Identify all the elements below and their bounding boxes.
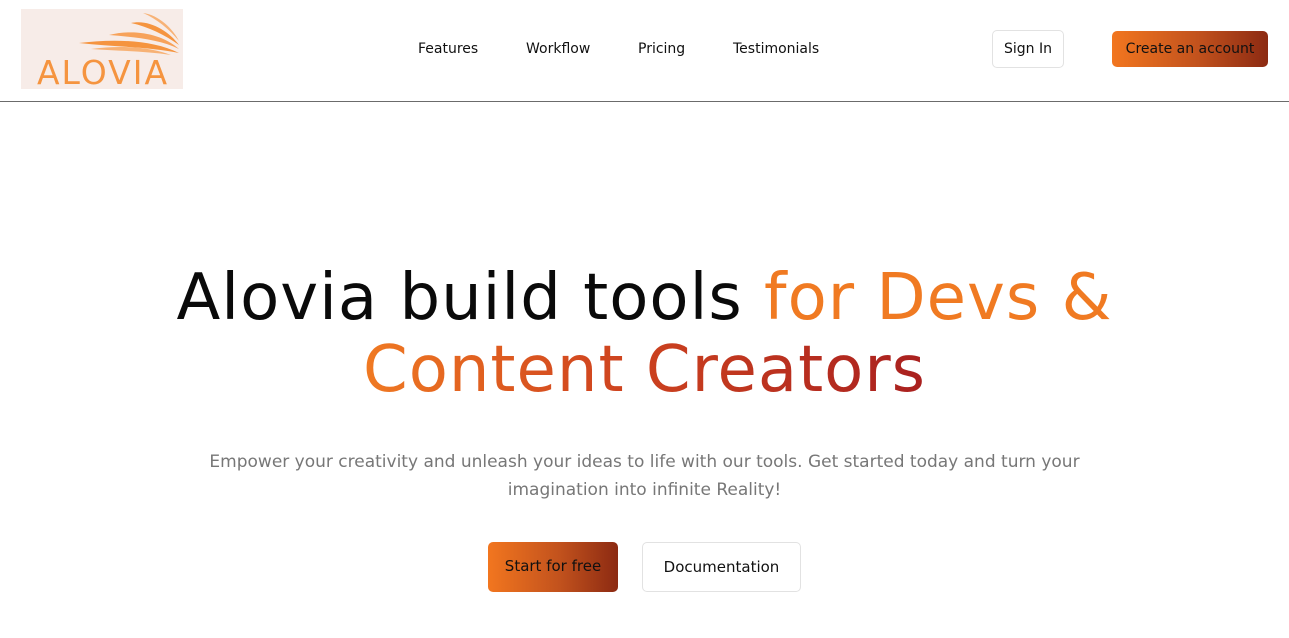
create-account-button[interactable]: Create an account [1112, 31, 1268, 67]
hero-title-accent-2: Content Creators [363, 333, 926, 407]
nav-link-workflow[interactable]: Workflow [526, 38, 590, 60]
top-navbar: ALOVIA Features Workflow Pricing Testimo… [0, 0, 1289, 102]
hero-title-plain: Alovia build tools [176, 261, 765, 335]
hero-title-accent-1: for Devs & [764, 261, 1113, 335]
nav-link-features[interactable]: Features [418, 38, 478, 60]
main-nav: Features Workflow Pricing Testimonials [0, 38, 1289, 60]
hero-title: Alovia build tools for Devs & Content Cr… [0, 262, 1289, 406]
documentation-button[interactable]: Documentation [642, 542, 801, 592]
nav-link-testimonials[interactable]: Testimonials [733, 38, 819, 60]
hero-subtitle: Empower your creativity and unleash your… [209, 452, 1080, 500]
start-for-free-button[interactable]: Start for free [488, 542, 618, 592]
nav-link-pricing[interactable]: Pricing [638, 38, 685, 60]
logo-wordmark: ALOVIA [36, 53, 170, 90]
sign-in-button[interactable]: Sign In [992, 30, 1064, 68]
